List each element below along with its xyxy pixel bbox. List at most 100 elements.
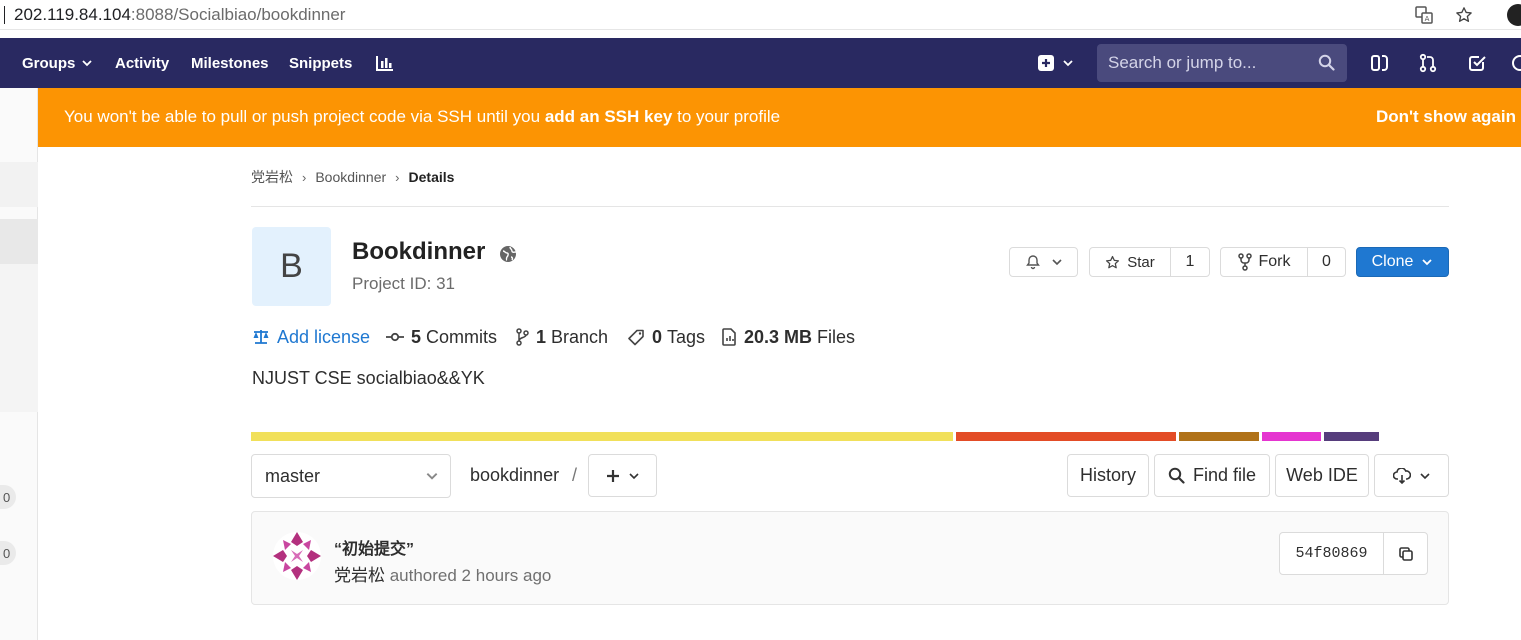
files-label: Files xyxy=(817,326,856,347)
sidebar-item-active[interactable] xyxy=(0,219,38,264)
files-size: 20.3 MB xyxy=(744,326,813,347)
text-cursor xyxy=(4,6,5,24)
nav-activity[interactable]: Activity xyxy=(115,38,169,88)
dont-show-again-button[interactable]: Don't show again xyxy=(1376,107,1516,127)
bookmark-star-icon[interactable] xyxy=(1453,4,1475,26)
author-avatar[interactable] xyxy=(273,532,321,580)
commits-label: Commits xyxy=(426,326,498,347)
star-button-group[interactable]: Star 1 xyxy=(1089,247,1210,277)
add-license-link[interactable]: Add license xyxy=(252,326,370,348)
web-ide-button[interactable]: Web IDE xyxy=(1275,454,1369,497)
sidebar-count-badge: 0 xyxy=(0,541,16,565)
ssh-key-warning-banner: You won't be able to pull or push projec… xyxy=(38,88,1521,147)
branch-count: 1 xyxy=(536,326,547,347)
commits-stat[interactable]: 5 Commits xyxy=(386,326,497,348)
latest-commit-box: “初始提交” 党岩松 authored 2 hours ago 54f80869 xyxy=(251,511,1449,605)
plus-icon xyxy=(606,469,619,482)
add-license-label: Add license xyxy=(277,326,371,347)
new-item-dropdown[interactable] xyxy=(1037,38,1074,88)
issues-icon[interactable] xyxy=(1368,51,1392,75)
chevron-down-icon xyxy=(1422,259,1433,266)
notification-dropdown[interactable] xyxy=(1009,247,1078,277)
fork-count[interactable]: 0 xyxy=(1307,248,1345,276)
scale-icon xyxy=(253,330,269,344)
star-button[interactable]: Star xyxy=(1090,248,1170,276)
merge-request-icon[interactable] xyxy=(1416,51,1440,75)
nav-milestones[interactable]: Milestones xyxy=(191,38,269,88)
search-icon[interactable] xyxy=(1318,54,1335,71)
user-avatar[interactable] xyxy=(1512,55,1521,71)
language-segment[interactable] xyxy=(1179,432,1259,441)
tags-label: Tags xyxy=(667,326,706,347)
chart-icon[interactable] xyxy=(376,38,394,88)
breadcrumb: 党岩松 › Bookdinner › Details xyxy=(251,168,454,186)
top-navbar: Groups Activity Milestones Snippets xyxy=(0,38,1521,88)
chevron-down-icon xyxy=(426,473,438,480)
copy-icon xyxy=(1398,546,1413,561)
history-button[interactable]: History xyxy=(1067,454,1149,497)
branch-icon xyxy=(516,328,529,346)
chevron-down-icon xyxy=(1419,472,1430,479)
language-segment[interactable] xyxy=(956,432,1176,441)
commit-sha-group: 54f80869 xyxy=(1279,532,1428,575)
star-count[interactable]: 1 xyxy=(1170,248,1209,276)
files-stat[interactable]: 20.3 MB Files xyxy=(722,326,855,348)
fork-button[interactable]: Fork xyxy=(1221,248,1307,276)
search-input[interactable] xyxy=(1108,53,1308,73)
commit-meta: 党岩松 authored 2 hours ago xyxy=(334,561,551,586)
branch-select-value: master xyxy=(265,465,321,486)
search-box[interactable] xyxy=(1097,44,1347,82)
translate-icon[interactable]: A xyxy=(1413,4,1435,26)
tags-stat[interactable]: 0 Tags xyxy=(628,326,705,348)
sidebar-subitems[interactable] xyxy=(0,264,38,412)
commit-sha[interactable]: 54f80869 xyxy=(1280,533,1384,574)
banner-message: You won't be able to pull or push projec… xyxy=(64,107,780,127)
branch-select[interactable]: master xyxy=(251,454,451,498)
fork-button-group[interactable]: Fork 0 xyxy=(1220,247,1346,277)
nav-groups[interactable]: Groups xyxy=(22,38,93,88)
chevron-right-icon: › xyxy=(395,169,400,185)
repository-path-root[interactable]: bookdinner xyxy=(470,465,559,486)
chevron-down-icon xyxy=(1051,259,1062,266)
chevron-right-icon: › xyxy=(302,169,307,185)
clone-button[interactable]: Clone xyxy=(1356,247,1449,277)
url-field[interactable]: 202.119.84.104:8088/Socialbiao/bookdinne… xyxy=(14,5,345,25)
project-avatar[interactable]: B xyxy=(252,227,331,306)
language-segment[interactable] xyxy=(1324,432,1379,441)
commits-count: 5 xyxy=(411,326,422,347)
path-separator: / xyxy=(572,465,578,485)
todo-icon[interactable] xyxy=(1465,51,1489,75)
project-sidebar: 0 0 xyxy=(0,88,38,640)
plus-square-icon xyxy=(1038,55,1054,71)
find-file-button[interactable]: Find file xyxy=(1154,454,1270,497)
nav-snippets[interactable]: Snippets xyxy=(289,38,352,88)
breadcrumb-user[interactable]: 党岩松 xyxy=(251,167,293,187)
browser-profile-icon[interactable] xyxy=(1507,4,1521,26)
project-description: NJUST CSE socialbiao&&YK xyxy=(252,368,485,388)
nav-groups-label: Groups xyxy=(22,54,76,72)
sidebar-item[interactable] xyxy=(0,162,38,207)
chevron-down-icon xyxy=(1063,60,1073,67)
sidebar-count-badge: 0 xyxy=(0,485,16,509)
banner-text-before: You won't be able to pull or push projec… xyxy=(64,107,545,126)
add-ssh-key-link[interactable]: add an SSH key xyxy=(545,107,673,126)
clone-label: Clone xyxy=(1371,253,1414,270)
add-to-tree-dropdown[interactable] xyxy=(588,454,657,497)
find-file-label: Find file xyxy=(1192,465,1257,485)
language-segment[interactable] xyxy=(1262,432,1321,441)
commit-title[interactable]: “初始提交” xyxy=(334,535,414,559)
fork-label: Fork xyxy=(1258,253,1291,270)
language-segment[interactable] xyxy=(251,432,953,441)
commit-author[interactable]: 党岩松 xyxy=(334,566,385,585)
copy-sha-button[interactable] xyxy=(1384,533,1427,574)
branch-label: Branch xyxy=(551,326,609,347)
breadcrumb-current[interactable]: Details xyxy=(409,169,455,185)
download-dropdown[interactable] xyxy=(1374,454,1449,497)
banner-text-after: to your profile xyxy=(672,107,781,126)
chevron-down-icon xyxy=(82,60,92,67)
project-title[interactable]: Bookdinner xyxy=(352,238,485,266)
project-id: Project ID: 31 xyxy=(352,274,455,293)
branch-stat[interactable]: 1 Branch xyxy=(516,326,608,348)
url-host: 202.119.84.104 xyxy=(14,5,131,24)
breadcrumb-project[interactable]: Bookdinner xyxy=(315,169,386,185)
